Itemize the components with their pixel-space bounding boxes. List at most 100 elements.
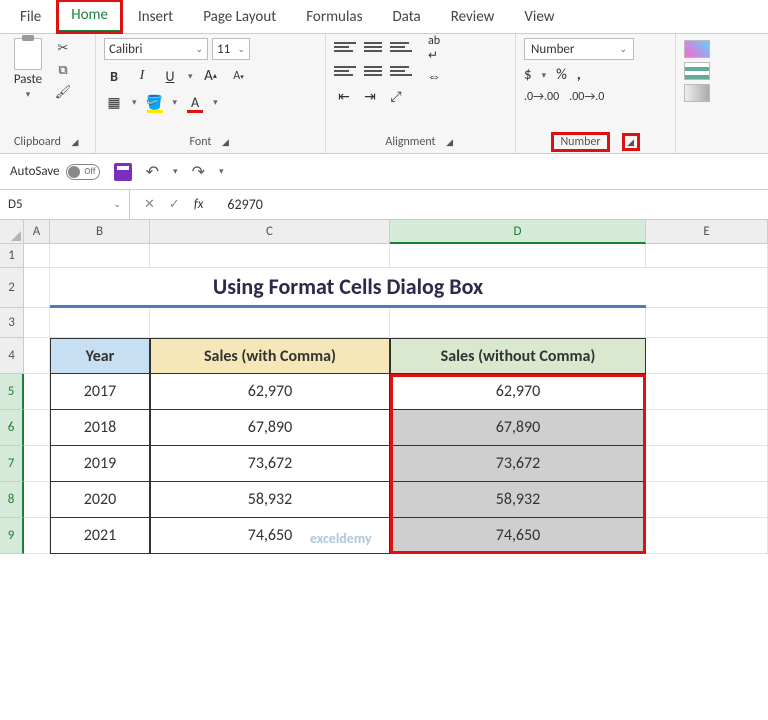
borders-button[interactable]: ▦: [104, 92, 124, 112]
tab-insert[interactable]: Insert: [124, 2, 187, 32]
row-header[interactable]: 6: [0, 410, 24, 446]
cell-with-comma[interactable]: 73,672: [150, 446, 390, 482]
clipboard-launcher-icon[interactable]: ◢: [69, 136, 81, 148]
cell[interactable]: [24, 268, 50, 308]
cell-without-comma[interactable]: 74,650: [390, 518, 646, 554]
percent-format-button[interactable]: %: [556, 66, 567, 84]
cancel-formula-icon[interactable]: ✕: [144, 197, 155, 212]
undo-button[interactable]: ↶: [146, 162, 159, 182]
decrease-font-button[interactable]: A▾: [229, 66, 249, 86]
decrease-indent-button[interactable]: ⇤: [334, 86, 354, 106]
cell[interactable]: [646, 338, 768, 374]
merge-center-button[interactable]: ⇔: [424, 66, 444, 86]
cell-year[interactable]: 2018: [50, 410, 150, 446]
redo-button[interactable]: ↷: [192, 162, 205, 182]
number-launcher-icon[interactable]: ◢: [625, 136, 637, 148]
cell-with-comma[interactable]: 74,650: [150, 518, 390, 554]
chevron-down-icon[interactable]: ▾: [188, 71, 193, 82]
tab-home[interactable]: Home: [57, 0, 122, 33]
cell-without-comma[interactable]: 58,932: [390, 482, 646, 518]
tab-review[interactable]: Review: [437, 2, 509, 32]
cell[interactable]: [24, 308, 50, 338]
cell[interactable]: [150, 308, 390, 338]
alignment-launcher-icon[interactable]: ◢: [444, 136, 456, 148]
formula-input[interactable]: 62970: [217, 196, 768, 213]
underline-button[interactable]: U: [160, 66, 180, 86]
decrease-decimal-button[interactable]: .00→.0: [569, 90, 604, 104]
increase-indent-button[interactable]: ⇥: [360, 86, 380, 106]
cell[interactable]: [24, 410, 50, 446]
accounting-format-button[interactable]: $: [524, 66, 532, 84]
col-header-c[interactable]: C: [150, 220, 390, 244]
chevron-down-icon[interactable]: ▾: [173, 97, 178, 108]
tab-formulas[interactable]: Formulas: [292, 2, 376, 32]
cell-with-comma[interactable]: 67,890: [150, 410, 390, 446]
cell[interactable]: [24, 446, 50, 482]
format-painter-icon[interactable]: 🖌: [54, 84, 72, 100]
align-middle-button[interactable]: [362, 38, 384, 56]
cell[interactable]: [24, 244, 50, 268]
cell-styles-button[interactable]: [684, 84, 710, 102]
accept-formula-icon[interactable]: ✓: [169, 197, 180, 212]
chevron-down-icon[interactable]: ▾: [542, 70, 547, 81]
cell[interactable]: [646, 410, 768, 446]
cell-year[interactable]: 2017: [50, 374, 150, 410]
font-name-select[interactable]: Calibri ⌄: [104, 38, 208, 60]
row-header[interactable]: 1: [0, 244, 24, 268]
align-bottom-button[interactable]: [390, 38, 412, 56]
insert-function-icon[interactable]: fx: [194, 197, 204, 212]
save-icon[interactable]: [114, 163, 132, 181]
comma-format-button[interactable]: ,: [577, 66, 581, 84]
cell-without-comma[interactable]: 62,970: [390, 374, 646, 410]
cell[interactable]: [50, 244, 150, 268]
cell[interactable]: [646, 446, 768, 482]
align-left-button[interactable]: [334, 62, 356, 80]
cell[interactable]: [24, 374, 50, 410]
cell[interactable]: [24, 482, 50, 518]
format-as-table-button[interactable]: [684, 62, 710, 80]
cell-year[interactable]: 2020: [50, 482, 150, 518]
row-header[interactable]: 2: [0, 268, 24, 308]
cell[interactable]: [50, 308, 150, 338]
italic-button[interactable]: I: [132, 66, 152, 86]
font-launcher-icon[interactable]: ◢: [219, 136, 231, 148]
cell[interactable]: [646, 518, 768, 554]
select-all-corner[interactable]: [0, 220, 24, 244]
align-top-button[interactable]: [334, 38, 356, 56]
font-color-button[interactable]: A: [185, 92, 205, 112]
align-center-button[interactable]: [362, 62, 384, 80]
wrap-text-button[interactable]: ab↵: [424, 38, 444, 58]
increase-decimal-button[interactable]: .0→.00: [524, 90, 559, 104]
cell-without-comma[interactable]: 73,672: [390, 446, 646, 482]
cell[interactable]: [646, 308, 768, 338]
cut-icon[interactable]: ✂: [54, 40, 72, 56]
orientation-button[interactable]: ⤢: [386, 86, 406, 106]
cell[interactable]: [24, 338, 50, 374]
col-header-a[interactable]: A: [24, 220, 50, 244]
col-header-e[interactable]: E: [646, 220, 768, 244]
tab-file[interactable]: File: [6, 2, 55, 32]
cell-year[interactable]: 2021: [50, 518, 150, 554]
col-header-d[interactable]: D: [390, 220, 646, 244]
chevron-down-icon[interactable]: ▾: [132, 97, 137, 108]
cell[interactable]: [646, 268, 768, 308]
col-header-b[interactable]: B: [50, 220, 150, 244]
chevron-down-icon[interactable]: ▾: [219, 166, 224, 177]
row-header[interactable]: 5: [0, 374, 24, 410]
table-header-with-comma[interactable]: Sales (with Comma): [150, 338, 390, 374]
table-header-year[interactable]: Year: [50, 338, 150, 374]
row-header[interactable]: 4: [0, 338, 24, 374]
cell[interactable]: [24, 518, 50, 554]
conditional-formatting-button[interactable]: [684, 40, 710, 58]
autosave-toggle[interactable]: AutoSave Off: [10, 164, 100, 180]
fill-color-button[interactable]: 🪣: [145, 92, 165, 112]
cell[interactable]: [646, 482, 768, 518]
cell-without-comma[interactable]: 67,890: [390, 410, 646, 446]
cell[interactable]: [390, 308, 646, 338]
cell-with-comma[interactable]: 58,932: [150, 482, 390, 518]
row-header[interactable]: 9: [0, 518, 24, 554]
cell[interactable]: [646, 374, 768, 410]
cell[interactable]: [646, 244, 768, 268]
increase-font-button[interactable]: A▴: [201, 66, 221, 86]
table-header-without-comma[interactable]: Sales (without Comma): [390, 338, 646, 374]
